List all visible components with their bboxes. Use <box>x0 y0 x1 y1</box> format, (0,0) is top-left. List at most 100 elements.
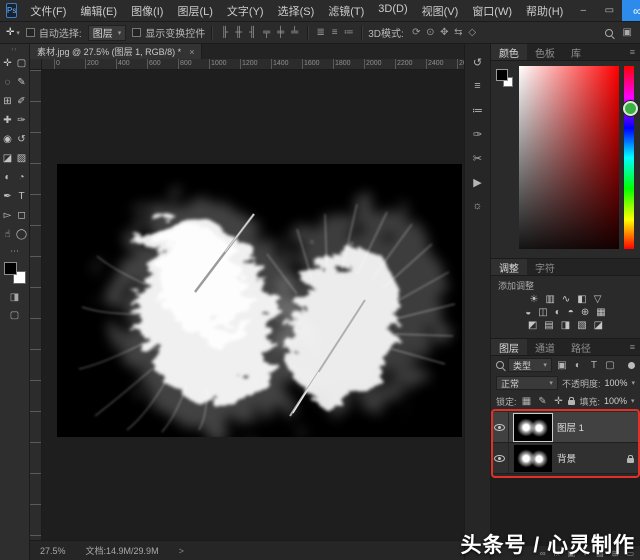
search-icon[interactable] <box>605 29 613 37</box>
lock-transparency-icon[interactable]: ▦ <box>520 396 532 407</box>
brightness-contrast-icon[interactable]: ☀ <box>529 293 538 306</box>
brush-panel-icon[interactable]: ✑ <box>465 122 490 146</box>
exposure-icon[interactable]: ◧ <box>577 293 586 306</box>
filter-type-icon[interactable]: T <box>588 360 600 371</box>
panel-menu-icon[interactable]: ≡ <box>625 339 640 355</box>
auto-select-dropdown[interactable]: 图层 ▾ <box>88 25 127 41</box>
brush-settings-icon[interactable]: ≔ <box>465 98 490 122</box>
layer-visibility-toggle[interactable] <box>491 412 509 442</box>
crop-tool[interactable]: ⊞ <box>1 92 15 111</box>
distribute-bottom-icon[interactable]: ≔ <box>342 27 355 38</box>
close-tab-icon[interactable]: × <box>189 47 194 57</box>
vibrance-icon[interactable]: ▽ <box>594 293 602 306</box>
color-balance-icon[interactable]: ◫ <box>538 306 547 319</box>
status-more-button[interactable]: > <box>179 546 184 556</box>
align-middle-icon[interactable]: ╪ <box>274 27 287 38</box>
toolbar-grip[interactable]: ›› <box>12 47 18 53</box>
hue-marker[interactable] <box>623 101 638 116</box>
layer-row-layer1[interactable]: 图层 1 <box>491 412 640 443</box>
fill-value[interactable]: 100% <box>604 396 627 406</box>
actions-icon[interactable]: ▶ <box>465 170 490 194</box>
3d-rotate-icon[interactable]: ⟳ <box>410 27 423 38</box>
history-brush-tool[interactable]: ↺ <box>15 130 29 149</box>
layer-name[interactable]: 背景 <box>557 451 576 465</box>
align-top-icon[interactable]: ╤ <box>260 27 273 38</box>
levels-icon[interactable]: ▥ <box>545 293 554 306</box>
photo-filter-icon[interactable]: ◓ <box>568 306 574 319</box>
auto-select-checkbox[interactable]: 自动选择: <box>26 25 82 40</box>
align-bottom-icon[interactable]: ╧ <box>288 27 301 38</box>
filter-type-dropdown[interactable]: 类型 ▾ <box>508 358 552 372</box>
clone-stamp-tool[interactable]: ◉ <box>1 130 15 149</box>
menu-item[interactable]: 视图(V) <box>415 3 466 19</box>
black-white-icon[interactable]: ◐ <box>555 306 561 319</box>
learn-icon[interactable]: ☼ <box>465 194 490 218</box>
layer-thumbnail[interactable] <box>514 414 552 441</box>
current-tool-button[interactable]: ✛ ▾ <box>6 27 20 38</box>
posterize-icon[interactable]: ▤ <box>544 319 553 332</box>
hand-tool[interactable]: ☝ <box>1 225 15 244</box>
history-icon[interactable]: ↺ <box>465 50 490 74</box>
align-left-icon[interactable]: ╟ <box>218 27 231 38</box>
foreground-color-swatch[interactable] <box>4 262 17 275</box>
filter-pixel-icon[interactable]: ▣ <box>556 360 568 371</box>
move-tool[interactable]: ✛ <box>1 54 15 73</box>
gradient-tool[interactable]: ▨ <box>15 149 29 168</box>
color-lookup-icon[interactable]: ▦ <box>596 306 605 319</box>
filter-adjustment-icon[interactable]: ◐ <box>572 360 584 371</box>
filter-shape-icon[interactable]: ▢ <box>604 360 616 371</box>
tab-color[interactable]: 颜色 <box>491 44 527 60</box>
edit-toolbar-button[interactable]: ⋯ <box>10 246 19 257</box>
shape-tool[interactable]: ◻ <box>15 206 29 225</box>
lasso-tool[interactable]: ◌ <box>1 73 15 92</box>
menu-item[interactable]: 图像(I) <box>124 3 170 19</box>
maximize-button[interactable]: ▭ <box>596 0 622 21</box>
color-swatches[interactable] <box>4 262 26 284</box>
hue-strip[interactable] <box>624 66 634 249</box>
type-tool[interactable]: T <box>15 187 29 206</box>
clone-source-icon[interactable]: ✂ <box>465 146 490 170</box>
minimize-button[interactable]: – <box>570 0 596 21</box>
lock-paint-icon[interactable]: ✎ <box>536 396 548 407</box>
tab-character[interactable]: 字符 <box>527 259 563 275</box>
menu-item[interactable]: 选择(S) <box>271 3 322 19</box>
marquee-tool[interactable]: ▢ <box>15 54 29 73</box>
canvas-viewport[interactable] <box>42 70 464 540</box>
3d-drag-icon[interactable]: ✥ <box>438 27 451 38</box>
canvas[interactable] <box>57 164 462 437</box>
menu-item[interactable]: 窗口(W) <box>465 3 519 19</box>
align-center-h-icon[interactable]: ╫ <box>232 27 245 38</box>
panel-menu-icon[interactable]: ≡ <box>625 44 640 60</box>
invert-icon[interactable]: ◩ <box>528 319 537 332</box>
distribute-middle-icon[interactable]: ≡ <box>328 27 341 38</box>
dodge-tool[interactable]: ◐ <box>1 168 15 187</box>
tab-channels[interactable]: 通道 <box>527 339 563 355</box>
menu-item[interactable]: 编辑(E) <box>73 3 124 19</box>
distribute-top-icon[interactable]: ≣ <box>314 27 327 38</box>
menu-item[interactable]: 帮助(H) <box>519 3 570 19</box>
gradient-map-icon[interactable]: ▧ <box>577 319 586 332</box>
selective-color-icon[interactable]: ◪ <box>594 319 603 332</box>
healing-brush-tool[interactable]: ✚ <box>1 111 15 130</box>
tab-layers[interactable]: 图层 <box>491 339 527 355</box>
3d-scale-icon[interactable]: ◇ <box>466 27 479 38</box>
pen-tool[interactable]: ✒ <box>1 187 15 206</box>
tab-adjustments[interactable]: 调整 <box>491 259 527 275</box>
3d-roll-icon[interactable]: ⊙ <box>424 27 437 38</box>
filter-toggle-icon[interactable] <box>628 362 635 369</box>
tab-swatches[interactable]: 色板 <box>527 44 563 60</box>
3d-slide-icon[interactable]: ⇆ <box>452 27 465 38</box>
zoom-level[interactable]: 27.5% <box>40 546 66 556</box>
screen-mode-button[interactable]: ▢ <box>10 310 19 321</box>
menu-item[interactable]: 滤镜(T) <box>321 3 371 19</box>
menu-item[interactable]: 3D(D) <box>371 3 414 19</box>
tab-paths[interactable]: 路径 <box>563 339 599 355</box>
vertical-ruler[interactable] <box>30 70 42 540</box>
layer-visibility-toggle[interactable] <box>491 443 509 473</box>
lock-position-icon[interactable]: ✛ <box>552 396 564 407</box>
tab-libraries[interactable]: 库 <box>563 44 589 60</box>
layer-thumbnail[interactable] <box>514 445 552 472</box>
share-button[interactable]: ∞ <box>622 0 640 21</box>
workspace-icon[interactable]: ▣ <box>623 27 632 38</box>
threshold-icon[interactable]: ◨ <box>561 319 570 332</box>
